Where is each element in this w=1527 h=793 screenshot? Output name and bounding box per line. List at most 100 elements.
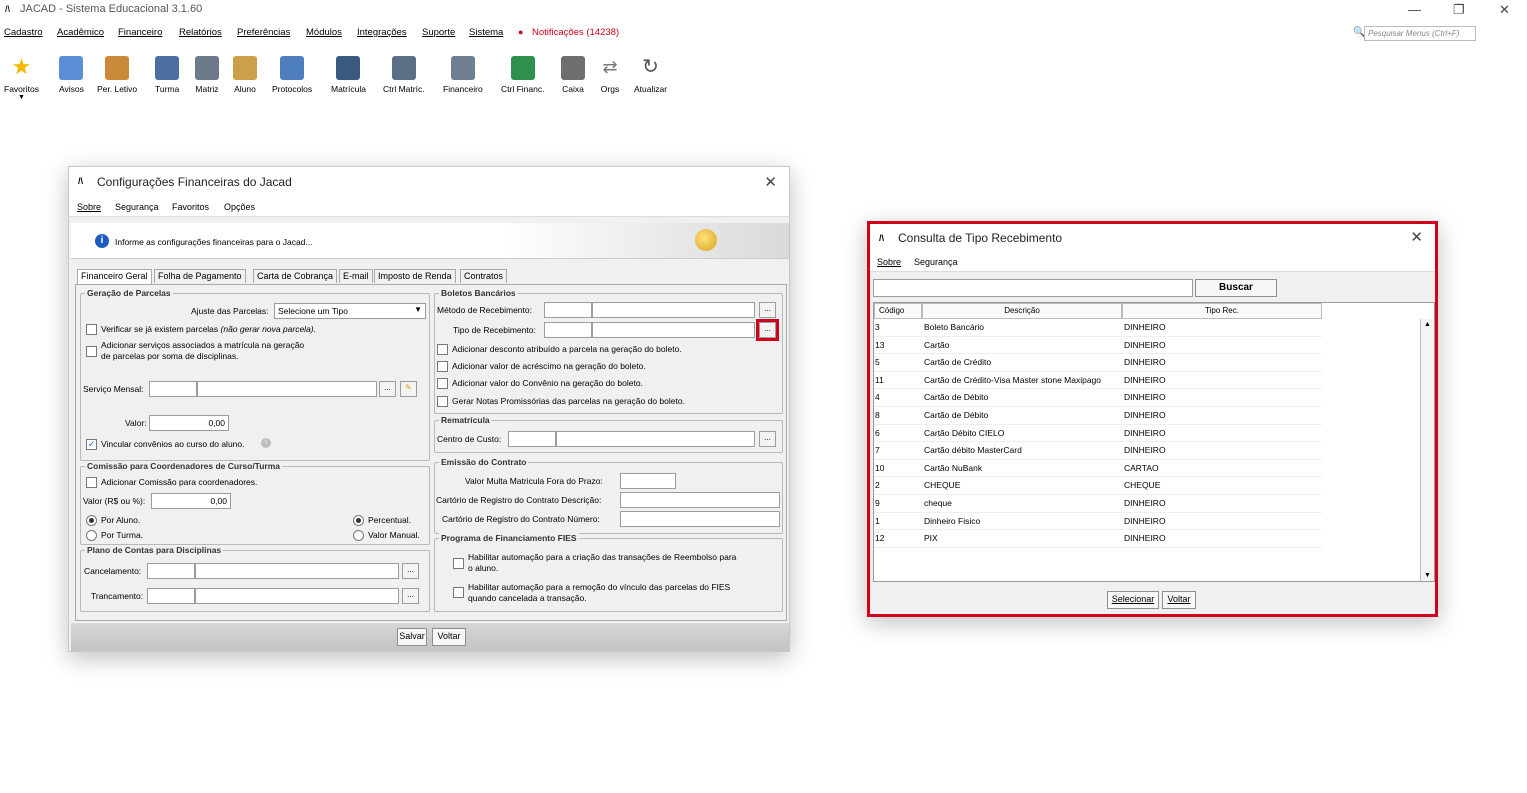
cancelamento-descricao-input[interactable]: [195, 563, 399, 579]
toolbar-edit-button[interactable]: Matrícula: [331, 56, 366, 94]
menu-preferencias[interactable]: Preferências: [237, 27, 290, 38]
menu-financeiro[interactable]: Financeiro: [118, 27, 162, 38]
table-row[interactable]: 1 Dinheiro Fisico DINHEIRO: [874, 512, 1322, 531]
adicionar-comissao-checkbox[interactable]: [86, 477, 97, 488]
por-turma-radio[interactable]: [86, 530, 97, 541]
salvar-button[interactable]: Salvar: [397, 628, 427, 646]
menu-sistema[interactable]: Sistema: [469, 27, 503, 38]
cartorio-descricao-input[interactable]: [620, 492, 780, 508]
toolbar-protocol-button[interactable]: Protocolos: [272, 56, 312, 94]
servico-descricao-input[interactable]: [197, 381, 377, 397]
cancelamento-lookup-button[interactable]: ...: [402, 563, 419, 579]
restore-icon[interactable]: ❐: [1453, 2, 1465, 18]
tab-imposto-renda[interactable]: Imposto de Renda: [374, 269, 456, 283]
toolbar-student-button[interactable]: Aluno: [233, 56, 257, 94]
tab-email[interactable]: E-mail: [339, 269, 373, 283]
close-icon[interactable]: ✕: [1410, 228, 1423, 246]
centro-descricao-input[interactable]: [556, 431, 755, 447]
tab-financeiro-geral[interactable]: Financeiro Geral: [77, 269, 152, 284]
tab-contratos[interactable]: Contratos: [460, 269, 508, 283]
verificar-checkbox[interactable]: [86, 324, 97, 335]
toolbar-calendar-button[interactable]: Per. Letivo: [97, 56, 137, 94]
toolbar-search-doc-button[interactable]: Ctrl Matríc.: [383, 56, 425, 94]
convenio-checkbox[interactable]: [437, 378, 448, 389]
desconto-checkbox[interactable]: [437, 344, 448, 355]
trancamento-descricao-input[interactable]: [195, 588, 399, 604]
trancamento-codigo-input[interactable]: [147, 588, 195, 604]
menu-relatorios[interactable]: Relatórios: [179, 27, 222, 38]
metodo-lookup-button[interactable]: ...: [759, 302, 776, 318]
ajuste-select[interactable]: Selecione um Tipo ▼: [274, 303, 426, 319]
scroll-down-icon[interactable]: ▼: [1424, 572, 1431, 579]
metodo-descricao-input[interactable]: [592, 302, 755, 318]
toolbar-group-button[interactable]: Turma: [155, 56, 179, 94]
col-descricao[interactable]: Descrição: [922, 303, 1122, 319]
acrescimo-checkbox[interactable]: [437, 361, 448, 372]
centro-lookup-button[interactable]: ...: [759, 431, 776, 447]
table-row[interactable]: 7 Cartão débito MasterCard DINHEIRO: [874, 442, 1322, 460]
valor-input[interactable]: 0,00: [149, 415, 229, 431]
help-icon[interactable]: i: [261, 438, 271, 448]
tab-carta-cobranca[interactable]: Carta de Cobrança: [253, 269, 338, 283]
centro-codigo-input[interactable]: [508, 431, 556, 447]
table-row[interactable]: 11 Cartão de Crédito-Visa Master stone Ma…: [874, 371, 1322, 390]
close-icon[interactable]: ✕: [1499, 2, 1510, 18]
table-row[interactable]: 10 Cartão NuBank CARTAO: [874, 459, 1322, 478]
menu-modulos[interactable]: Módulos: [306, 27, 342, 38]
menu-cadastro[interactable]: Cadastro: [4, 27, 43, 38]
toolbar-arrows-button[interactable]: ⇄ Orgs: [598, 56, 622, 94]
fies-remocao-checkbox[interactable]: [453, 587, 464, 598]
table-row[interactable]: 8 Cartão de Débito DINHEIRO: [874, 407, 1322, 425]
voltar-button[interactable]: Voltar: [432, 628, 466, 646]
table-row[interactable]: 4 Cartão de Débito DINHEIRO: [874, 389, 1322, 407]
col-tipo-rec[interactable]: Tipo Rec.: [1122, 303, 1322, 319]
toolbar-cash-register-button[interactable]: Caixa: [561, 56, 585, 94]
toolbar-finance-user-button[interactable]: Financeiro: [443, 56, 483, 94]
comissao-valor-input[interactable]: 0,00: [151, 493, 231, 509]
metodo-codigo-input[interactable]: [544, 302, 592, 318]
consulta-search-input[interactable]: [873, 279, 1193, 297]
servico-codigo-input[interactable]: [149, 381, 197, 397]
menu-suporte[interactable]: Suporte: [422, 27, 455, 38]
toolbar-envelope-button[interactable]: Avisos: [59, 56, 84, 94]
table-row[interactable]: 13 Cartão DINHEIRO: [874, 336, 1322, 355]
table-row[interactable]: 5 Cartão de Crédito DINHEIRO: [874, 354, 1322, 372]
table-row[interactable]: 2 CHEQUE CHEQUE: [874, 477, 1322, 495]
table-row[interactable]: 12 PIX DINHEIRO: [874, 530, 1322, 548]
trancamento-lookup-button[interactable]: ...: [402, 588, 419, 604]
promissorias-checkbox[interactable]: [437, 396, 448, 407]
close-icon[interactable]: ✕: [764, 173, 777, 191]
valor-manual-radio[interactable]: [353, 530, 364, 541]
table-row[interactable]: 6 Cartão Débito CIELO DINHEIRO: [874, 424, 1322, 443]
voltar-button[interactable]: Voltar: [1162, 591, 1196, 609]
tipo-lookup-button[interactable]: ...: [756, 319, 779, 341]
table-row[interactable]: 9 cheque DINHEIRO: [874, 495, 1322, 513]
menu-favoritos[interactable]: Favoritos: [172, 202, 209, 212]
minimize-icon[interactable]: —: [1408, 2, 1421, 17]
vertical-scrollbar[interactable]: ▲ ▼: [1420, 319, 1434, 581]
cartorio-numero-input[interactable]: [620, 511, 780, 527]
toolbar-matrix-button[interactable]: Matriz: [195, 56, 219, 94]
edit-pencil-icon[interactable]: ✎: [400, 381, 417, 397]
menu-opcoes[interactable]: Opções: [224, 202, 255, 212]
adicionar-servicos-checkbox[interactable]: [86, 346, 97, 357]
menu-sobre[interactable]: Sobre: [877, 257, 901, 267]
cancelamento-codigo-input[interactable]: [147, 563, 195, 579]
fies-reembolso-checkbox[interactable]: [453, 558, 464, 569]
menu-seguranca[interactable]: Segurança: [115, 202, 159, 212]
scroll-up-icon[interactable]: ▲: [1424, 321, 1431, 328]
menu-notificacoes[interactable]: Notificações (14238): [532, 27, 619, 38]
toolbar-money-hand-button[interactable]: Ctrl Financ.: [501, 56, 544, 94]
menu-seguranca[interactable]: Segurança: [914, 257, 958, 267]
servico-lookup-button[interactable]: ...: [379, 381, 396, 397]
por-aluno-radio[interactable]: [86, 515, 97, 526]
menu-integracoes[interactable]: Integrações: [357, 27, 407, 38]
buscar-button[interactable]: Buscar: [1195, 279, 1277, 297]
toolbar-star-button[interactable]: ★ Favoritos ▼: [4, 56, 39, 102]
selecionar-button[interactable]: Selecionar: [1107, 591, 1159, 609]
search-menus-input[interactable]: Pesquisar Menus (Ctrl+F): [1364, 26, 1476, 41]
chevron-down-icon[interactable]: ▼: [4, 94, 39, 101]
menu-academico[interactable]: Acadêmico: [57, 27, 104, 38]
vincular-checkbox[interactable]: ✓: [86, 439, 97, 450]
toolbar-refresh-button[interactable]: ↻ Atualizar: [634, 56, 667, 94]
